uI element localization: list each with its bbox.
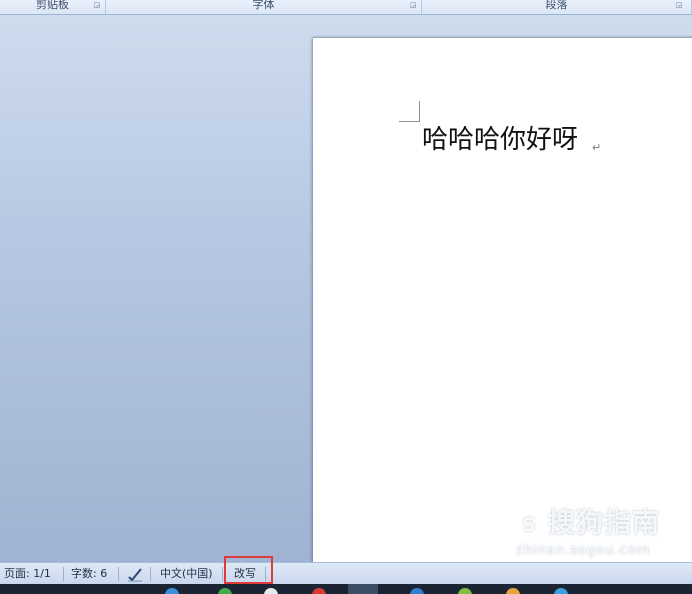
- taskbar-app-icon[interactable]: [312, 588, 326, 594]
- taskbar-app-icon[interactable]: [458, 588, 472, 594]
- language-indicator[interactable]: 中文(中国): [160, 563, 213, 584]
- taskbar-app-icon[interactable]: [218, 588, 232, 594]
- taskbar-active-app-icon[interactable]: [348, 584, 378, 594]
- taskbar-app-icon[interactable]: [165, 588, 179, 594]
- sogou-logo-icon: S: [513, 508, 545, 540]
- page-count-indicator[interactable]: 页面: 1/1: [4, 563, 51, 584]
- proofing-check-icon[interactable]: [126, 563, 146, 584]
- status-separator: [150, 567, 151, 581]
- document-page[interactable]: 哈哈哈你好呀 ↵: [313, 38, 692, 562]
- ribbon-group-label: 剪贴板: [36, 0, 69, 11]
- margin-corner-marker: [399, 101, 420, 122]
- ribbon-group-label: 字体: [252, 0, 275, 11]
- overwrite-highlight-box: [224, 556, 273, 584]
- sogou-watermark: S 搜狗指南 zhinan.sogou.com: [512, 505, 687, 560]
- document-workspace: 哈哈哈你好呀 ↵ S 搜狗指南 zhinan.sogou.com: [0, 15, 692, 562]
- word-count-indicator[interactable]: 字数: 6: [71, 563, 107, 584]
- ribbon-group-label: 段落: [545, 0, 568, 11]
- status-bar: 页面: 1/1 字数: 6 中文(中国) 改写: [0, 562, 692, 584]
- paragraph-mark-icon: ↵: [592, 141, 602, 154]
- dialog-launcher-icon[interactable]: ◲: [409, 1, 417, 9]
- windows-taskbar: [0, 584, 692, 594]
- watermark-title: 搜狗指南: [548, 508, 660, 539]
- taskbar-app-icon[interactable]: [506, 588, 520, 594]
- status-separator: [222, 567, 223, 581]
- status-separator: [118, 567, 119, 581]
- taskbar-app-icon[interactable]: [410, 588, 424, 594]
- watermark-url: zhinan.sogou.com: [516, 543, 651, 558]
- ribbon-group-label-strip: 剪贴板 ◲ 字体 ◲ 段落 ◲: [0, 0, 692, 15]
- ribbon-group-font: 字体 ◲: [106, 0, 422, 14]
- svg-text:S: S: [522, 514, 536, 536]
- dialog-launcher-icon[interactable]: ◲: [93, 1, 101, 9]
- ribbon-group-paragraph: 段落 ◲: [422, 0, 692, 14]
- status-separator: [63, 567, 64, 581]
- taskbar-app-icon[interactable]: [554, 588, 568, 594]
- ribbon-group-clipboard: 剪贴板 ◲: [0, 0, 106, 14]
- document-body-text[interactable]: 哈哈哈你好呀: [422, 123, 578, 157]
- dialog-launcher-icon[interactable]: ◲: [675, 1, 683, 9]
- taskbar-app-icon[interactable]: [264, 588, 278, 594]
